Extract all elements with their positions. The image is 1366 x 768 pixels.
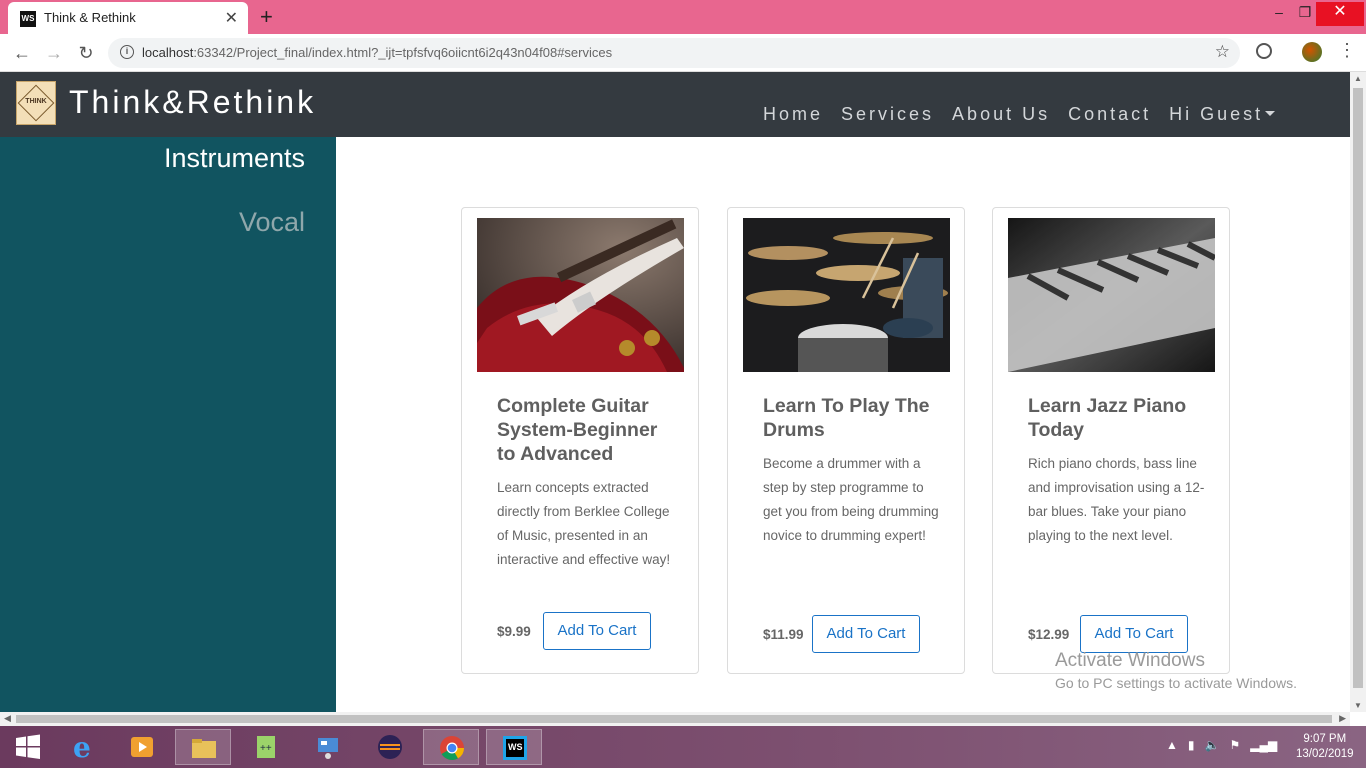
taskbar-internet-explorer[interactable]: e bbox=[54, 729, 110, 765]
svg-text:e: e bbox=[73, 733, 91, 761]
window-close-icon[interactable]: ✕ bbox=[1316, 2, 1364, 26]
user-greeting: Hi Guest bbox=[1169, 104, 1264, 124]
webstorm-favicon-icon: WS bbox=[20, 11, 36, 27]
nav-about-us[interactable]: About Us bbox=[952, 104, 1050, 125]
taskbar-webstorm[interactable]: WS bbox=[486, 729, 542, 765]
new-tab-icon[interactable]: + bbox=[260, 4, 273, 30]
bookmark-star-icon[interactable]: ☆ bbox=[1215, 42, 1230, 62]
info-icon[interactable]: i bbox=[120, 45, 134, 59]
taskbar-network-app[interactable] bbox=[300, 729, 356, 765]
browser-tab[interactable]: WS Think & Rethink ✕ bbox=[8, 2, 248, 34]
back-arrow-icon[interactable]: ← bbox=[10, 41, 34, 65]
network-app-icon bbox=[318, 738, 338, 759]
nav-home[interactable]: Home bbox=[763, 104, 823, 125]
tray-chevron-icon[interactable]: ▲ bbox=[1166, 738, 1178, 752]
svg-text:++: ++ bbox=[260, 743, 272, 754]
windows-logo-icon bbox=[16, 734, 40, 759]
course-price: $12.99 bbox=[1028, 627, 1070, 642]
site-navbar: THINK Think&Rethink Home Services About … bbox=[0, 72, 1350, 137]
category-sidebar: Instruments Vocal bbox=[0, 137, 336, 712]
taskbar-eclipse[interactable] bbox=[362, 729, 418, 765]
nav-services[interactable]: Services bbox=[841, 104, 934, 125]
taskbar-file-explorer[interactable] bbox=[175, 729, 231, 765]
add-to-cart-button[interactable]: Add To Cart bbox=[543, 612, 651, 650]
history-clock-icon[interactable] bbox=[1256, 43, 1272, 59]
notepad-plus-icon: ++ bbox=[257, 736, 275, 758]
course-price: $11.99 bbox=[763, 627, 804, 642]
internet-explorer-icon: e bbox=[73, 733, 91, 761]
course-description: Become a drummer with a step by step pro… bbox=[763, 456, 939, 543]
scroll-thumb-horizontal[interactable] bbox=[16, 715, 1332, 723]
url-path: :63342/Project_final/index.html?_ijt=tpf… bbox=[193, 45, 613, 60]
course-title[interactable]: Learn Jazz Piano Today bbox=[1028, 394, 1203, 442]
media-player-icon bbox=[131, 737, 153, 757]
scroll-up-icon[interactable]: ▲ bbox=[1354, 74, 1362, 83]
tab-title: Think & Rethink bbox=[44, 10, 136, 25]
course-card-guitar: Complete Guitar System-Beginner to Advan… bbox=[461, 207, 699, 674]
url-text[interactable]: localhost:63342/Project_final/index.html… bbox=[142, 45, 612, 60]
guitar-image bbox=[477, 218, 684, 372]
horizontal-scrollbar[interactable]: ◀ ▶ bbox=[0, 712, 1350, 726]
watermark-heading: Activate Windows bbox=[1055, 650, 1205, 671]
course-card-drums: Learn To Play The Drums Become a drummer… bbox=[727, 207, 965, 674]
piano-image bbox=[1008, 218, 1215, 372]
vertical-scrollbar[interactable]: ▲ ▼ bbox=[1350, 72, 1366, 712]
menu-dots-icon[interactable]: ⋮ bbox=[1338, 40, 1356, 61]
scroll-thumb[interactable] bbox=[1353, 88, 1363, 688]
start-button[interactable] bbox=[0, 729, 56, 765]
scroll-down-icon[interactable]: ▼ bbox=[1354, 701, 1362, 710]
page-viewport: THINK Think&Rethink Home Services About … bbox=[0, 72, 1350, 712]
reload-icon[interactable]: ↻ bbox=[74, 41, 98, 65]
sidebar-item-vocal[interactable]: Vocal bbox=[239, 207, 305, 238]
svg-text:WS: WS bbox=[508, 742, 523, 752]
webstorm-icon: WS bbox=[503, 736, 527, 760]
battery-icon[interactable]: ▮ bbox=[1188, 738, 1195, 752]
clock-date: 13/02/2019 bbox=[1296, 748, 1354, 760]
logo-text: THINK bbox=[25, 98, 47, 105]
nav-contact[interactable]: Contact bbox=[1068, 104, 1151, 125]
clock-time: 9:07 PM bbox=[1303, 733, 1347, 745]
action-center-flag-icon[interactable]: ⚑ bbox=[1230, 738, 1241, 752]
taskbar-notepad-plus[interactable]: ++ bbox=[238, 729, 294, 765]
folder-icon bbox=[192, 739, 216, 758]
caret-down-icon bbox=[1265, 110, 1276, 116]
taskbar-media-player[interactable] bbox=[114, 729, 170, 765]
brand-logo[interactable]: THINK bbox=[16, 81, 56, 125]
taskbar-clock[interactable]: 9:07 PM 13/02/2019 bbox=[1296, 732, 1354, 762]
nav-links: Home Services About Us Contact Hi Guest bbox=[763, 104, 1293, 125]
add-to-cart-button[interactable]: Add To Cart bbox=[812, 615, 920, 653]
activate-windows-watermark: Activate Windows Go to PC settings to ac… bbox=[1055, 650, 1297, 691]
course-description: Rich piano chords, bass line and improvi… bbox=[1028, 456, 1205, 543]
drums-image bbox=[743, 218, 950, 372]
chrome-icon bbox=[440, 736, 464, 761]
url-host: localhost bbox=[142, 45, 194, 60]
course-title[interactable]: Complete Guitar System-Beginner to Advan… bbox=[497, 394, 672, 466]
course-card-piano: Learn Jazz Piano Today Rich piano chords… bbox=[992, 207, 1230, 674]
address-bar[interactable]: i localhost:63342/Project_final/index.ht… bbox=[108, 38, 1240, 68]
eclipse-icon bbox=[378, 735, 402, 759]
windows-taskbar: e ++ WS ▲ ▮ � bbox=[0, 726, 1366, 768]
profile-avatar[interactable] bbox=[1302, 42, 1322, 62]
address-toolbar: ← → ↻ i localhost:63342/Project_final/in… bbox=[0, 34, 1366, 72]
brand-name[interactable]: Think&Rethink bbox=[69, 84, 316, 121]
watermark-subtext: Go to PC settings to activate Windows. bbox=[1055, 675, 1297, 691]
scroll-left-icon[interactable]: ◀ bbox=[4, 713, 11, 724]
volume-icon[interactable]: 🔈 bbox=[1205, 738, 1220, 752]
taskbar-chrome[interactable] bbox=[423, 729, 479, 765]
forward-arrow-icon[interactable]: → bbox=[42, 41, 66, 65]
nav-user-dropdown[interactable]: Hi Guest bbox=[1169, 104, 1276, 125]
course-price: $9.99 bbox=[497, 624, 531, 639]
system-tray: ▲ ▮ 🔈 ⚑ ▂▄▆ bbox=[1166, 738, 1277, 752]
sidebar-item-instruments[interactable]: Instruments bbox=[164, 143, 305, 174]
add-to-cart-button[interactable]: Add To Cart bbox=[1080, 615, 1188, 653]
scroll-right-icon[interactable]: ▶ bbox=[1339, 713, 1346, 724]
network-signal-icon[interactable]: ▂▄▆ bbox=[1250, 738, 1277, 752]
course-title[interactable]: Learn To Play The Drums bbox=[763, 394, 938, 442]
course-description: Learn concepts extracted directly from B… bbox=[497, 480, 671, 567]
browser-titlebar: WS Think & Rethink ✕ + – ❐ ✕ bbox=[0, 0, 1366, 34]
tab-close-icon[interactable]: ✕ bbox=[225, 8, 238, 28]
